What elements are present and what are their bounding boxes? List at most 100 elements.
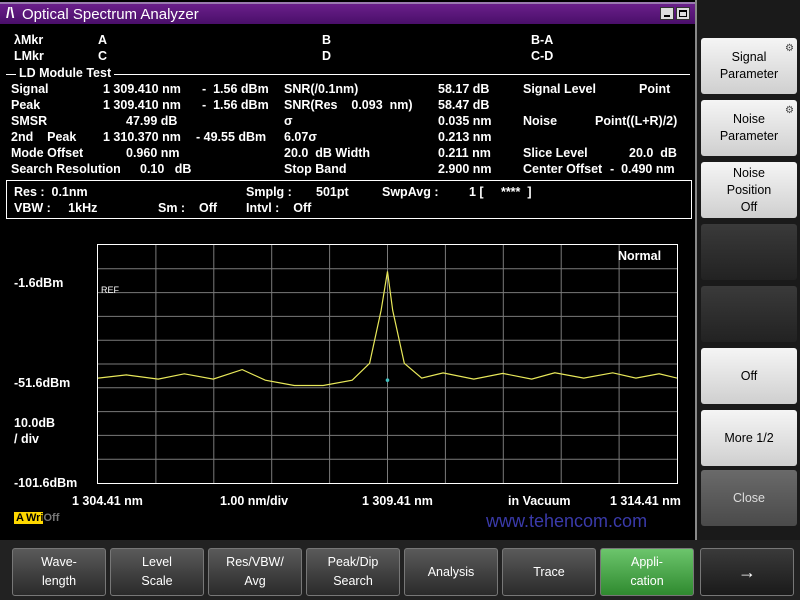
minimize-button[interactable] <box>660 7 674 20</box>
sweep-average-value: 1 [ **** ] <box>469 185 532 199</box>
marker-b: B <box>322 33 332 47</box>
application-button[interactable]: Appli-cation <box>600 548 694 596</box>
button-label: Scale <box>141 574 173 588</box>
stop-band-label: Stop Band <box>284 162 347 176</box>
center-offset-label: Center Offset <box>523 162 603 176</box>
off-button[interactable]: Off <box>701 348 797 404</box>
button-label: Level <box>142 555 172 569</box>
x-stop-label: 1 314.41 nm <box>610 494 681 508</box>
second-peak-level: - 49.55 dBm <box>196 130 267 144</box>
ref-label: REF <box>101 285 120 295</box>
button-label: Peak/Dip <box>327 555 379 569</box>
peak-level: - 1.56 dBm <box>202 98 269 112</box>
mode-offset-value: 0.960 nm <box>126 146 180 160</box>
watermark: www.tehencom.com <box>486 511 648 531</box>
maximize-button[interactable] <box>676 7 690 20</box>
y-mid-label: -51.6dBm <box>14 376 71 390</box>
button-label: Appli- <box>631 555 663 569</box>
button-label: Off <box>740 368 758 383</box>
width20-label: 20.0 dB Width <box>284 146 371 160</box>
group-title: LD Module Test <box>16 66 115 80</box>
button-label: Analysis <box>427 564 475 579</box>
stop-band-value: 2.900 nm <box>438 162 492 176</box>
sampling-value: 501pt <box>316 185 349 199</box>
softkey-panel: ⚙ Signal Parameter ⚙ Noise Parameter Noi… <box>697 0 800 540</box>
signal-wavelength: 1 309.410 nm <box>103 82 181 96</box>
snr-res-value: 58.47 dB <box>438 98 490 112</box>
analysis-button[interactable]: Analysis <box>404 548 498 596</box>
settings-box <box>6 180 692 219</box>
slice-level-label: Slice Level <box>523 146 588 160</box>
next-page-button[interactable]: → <box>700 548 794 596</box>
noise-value: Point((L+R)/2) <box>595 114 678 128</box>
button-label: Parameter <box>719 67 779 81</box>
x-start-label: 1 304.41 nm <box>72 494 143 508</box>
resolution-setting: Res : 0.1nm <box>14 185 88 199</box>
mode-offset-label: Mode Offset <box>11 146 84 160</box>
close-button[interactable]: Close <box>701 470 797 526</box>
vbw-setting: VBW : 1kHz <box>14 201 98 215</box>
button-label: length <box>41 574 77 588</box>
marker-c-d: C-D <box>531 49 554 63</box>
button-label: Noise <box>733 112 765 126</box>
gear-icon: ⚙ <box>785 43 794 54</box>
x-center-label: 1 309.41 nm <box>362 494 433 508</box>
button-label: Res/VBW/ <box>226 555 284 569</box>
button-label: Wave- <box>41 555 77 569</box>
wavelength-button[interactable]: Wave-length <box>12 548 106 596</box>
y-top-label: -1.6dBm <box>14 276 64 290</box>
peak-dip-search-button[interactable]: Peak/Dip Search <box>306 548 400 596</box>
button-label: Parameter <box>719 129 779 143</box>
snr-res-label: SNR(Res 0.093 nm) <box>284 98 413 112</box>
snr-01nm-label: SNR(/0.1nm) <box>284 82 359 96</box>
level-marker-label: LMkr <box>14 49 44 63</box>
noise-parameter-button[interactable]: ⚙ Noise Parameter <box>701 100 797 156</box>
peak-label: Peak <box>11 98 41 112</box>
button-label: cation <box>630 574 664 588</box>
smoothing-setting: Sm : Off <box>158 201 218 215</box>
trace-button[interactable]: Trace <box>502 548 596 596</box>
button-label: Noise <box>733 165 765 180</box>
sigma-value: 0.035 nm <box>438 114 492 128</box>
second-peak-wavelength: 1 310.370 nm <box>103 130 181 144</box>
spectrum-graph[interactable]: Normal REF <box>97 244 678 484</box>
sweep-average-label: SwpAvg : <box>382 185 439 199</box>
signal-level: - 1.56 dBm <box>202 82 269 96</box>
interval-setting: Intvl : Off <box>246 201 312 215</box>
marker-b-a: B-A <box>531 33 554 47</box>
more-button[interactable]: More 1/2 <box>701 410 797 466</box>
level-scale-button[interactable]: Level Scale <box>110 548 204 596</box>
grid <box>98 245 677 483</box>
noise-label: Noise <box>523 114 558 128</box>
signal-level-label: Signal Level <box>523 82 596 96</box>
slice-level-value: 20.0 dB <box>629 146 677 160</box>
button-label: Position <box>726 182 772 197</box>
sigma-label: σ <box>284 114 293 128</box>
title-bar: /\ Optical Spectrum Analyzer <box>0 2 695 24</box>
peak-wavelength: 1 309.410 nm <box>103 98 181 112</box>
marker-d: D <box>322 49 332 63</box>
signal-parameter-button[interactable]: ⚙ Signal Parameter <box>701 38 797 94</box>
button-label: Signal <box>731 50 767 64</box>
trace-write-indicator: A WriOff <box>14 512 59 525</box>
noise-position-button[interactable]: Noise Position Off <box>701 162 797 218</box>
res-vbw-avg-button[interactable]: Res/VBW/Avg <box>208 548 302 596</box>
snr-01nm-value: 58.17 dB <box>438 82 490 96</box>
button-label: Avg <box>244 574 266 588</box>
anritsu-logo-icon: /\ <box>6 5 15 22</box>
sigma6-label: 6.07σ <box>284 130 317 144</box>
smsr-value: 47.99 dB <box>126 114 178 128</box>
x-medium-label: in Vacuum <box>508 494 571 508</box>
gear-icon: ⚙ <box>785 105 794 116</box>
y-bottom-label: -101.6dBm <box>14 476 78 490</box>
button-label: More 1/2 <box>724 430 774 445</box>
write-badge: Wri <box>25 512 44 524</box>
button-label: Close <box>733 490 765 505</box>
trace-a-badge: A <box>14 512 26 524</box>
lambda-marker-label: λMkr <box>14 33 44 47</box>
marker-c: C <box>98 49 108 63</box>
marker-point <box>385 378 390 382</box>
y-scale-unit: / div <box>14 432 40 446</box>
center-offset-value: - 0.490 nm <box>610 162 675 176</box>
button-value: Off <box>740 199 758 214</box>
